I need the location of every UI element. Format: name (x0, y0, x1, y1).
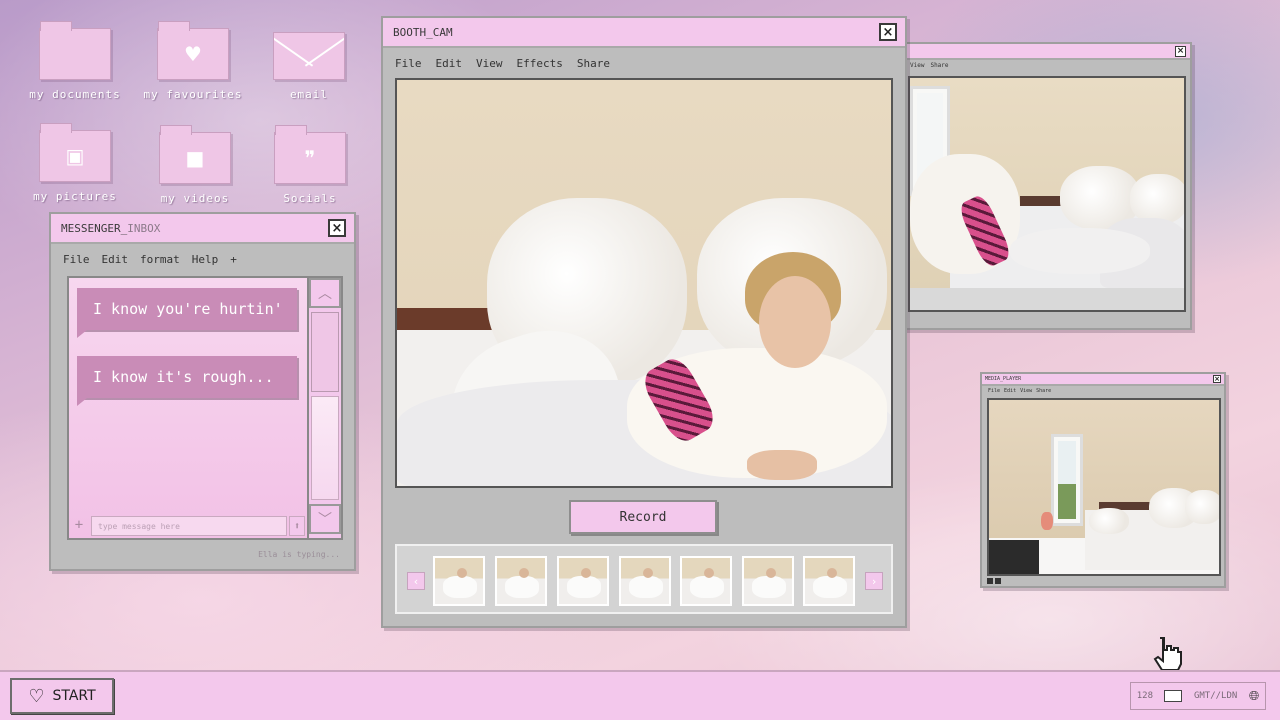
chevron-down-icon[interactable]: ﹀ (309, 504, 341, 534)
window-title: BOOTH_CAM (393, 25, 453, 39)
video-folder-icon: ■ (159, 125, 231, 184)
menu-file[interactable]: File (63, 253, 90, 266)
thumbnail[interactable] (619, 556, 671, 606)
desktop-icon-label: my videos (160, 192, 230, 205)
picture-folder-icon: ▣ (39, 123, 111, 182)
window-title: MEDIA_PLAYER (985, 376, 1022, 382)
menu-edit[interactable]: Edit (1004, 388, 1016, 394)
menubar: File Edit format Help + (51, 244, 354, 274)
message-input[interactable]: type message here (91, 516, 287, 536)
desktop-icon-my-favourites[interactable]: ♥ my favourites (138, 21, 248, 101)
taskbar: ♡ START 128 GMT//LDN 🌐︎ (0, 670, 1280, 720)
thumbnail[interactable] (680, 556, 732, 606)
close-icon[interactable]: × (1213, 375, 1221, 383)
menubar: View Share (892, 60, 1190, 71)
close-icon[interactable]: × (879, 23, 897, 41)
plus-icon[interactable]: + (71, 516, 87, 534)
window-titlebar[interactable]: × (892, 44, 1190, 60)
desktop-icon-label: my pictures (33, 190, 117, 203)
desktop-icon-my-videos[interactable]: ■ my videos (140, 125, 250, 205)
system-tray: 128 GMT//LDN 🌐︎ (1130, 682, 1266, 710)
menu-view[interactable]: View (476, 57, 503, 70)
folder-icon (39, 21, 111, 80)
desktop-icon-label: Socials (283, 192, 337, 205)
menu-edit[interactable]: Edit (436, 57, 463, 70)
media-player-window[interactable]: MEDIA_PLAYER × File Edit View Share (980, 372, 1226, 588)
desktop-icon-label: my documents (29, 88, 121, 101)
menu-share[interactable]: Share (577, 57, 610, 70)
thumbnail[interactable] (742, 556, 794, 606)
thumbnail[interactable] (557, 556, 609, 606)
envelope-icon (273, 32, 345, 80)
thumbnail[interactable] (433, 556, 485, 606)
video-feed (987, 398, 1221, 576)
camera-preview (395, 78, 893, 488)
desktop-icon-my-pictures[interactable]: ▣ my pictures (20, 123, 130, 203)
window-titlebar[interactable]: BOOTH_CAM × (383, 18, 905, 48)
record-button[interactable]: Record (569, 500, 717, 534)
scrollbar[interactable]: ︿ ﹀ (307, 278, 341, 538)
window-title: MESSENGER_INBOX (61, 221, 161, 235)
booth-cam-window[interactable]: BOOTH_CAM × File Edit View Effects Share… (381, 16, 907, 628)
chat-message: I know it's rough... (77, 356, 297, 406)
heart-icon: ♡ (28, 685, 45, 707)
chat-area: I know you're hurtin' I know it's rough.… (67, 276, 343, 540)
menu-share[interactable]: Share (1036, 388, 1051, 394)
player-controls[interactable] (987, 578, 1047, 586)
typing-status: Ella is typing... (258, 550, 340, 559)
window-titlebar[interactable]: MEDIA_PLAYER × (982, 374, 1224, 386)
mail-count: 128 (1136, 691, 1153, 701)
chevron-up-icon[interactable]: ︿ (309, 278, 341, 308)
scrollbar-thumb[interactable] (311, 312, 339, 392)
desktop-icon-my-documents[interactable]: my documents (20, 21, 130, 101)
window-titlebar[interactable]: MESSENGER_INBOX × (51, 214, 354, 244)
desktop-icon-label: email (289, 88, 329, 101)
stop-icon[interactable] (995, 578, 1001, 584)
play-icon[interactable] (987, 578, 993, 584)
chevron-right-icon[interactable]: › (865, 572, 883, 590)
menu-share[interactable]: Share (930, 62, 948, 69)
menubar: File Edit View Effects Share (383, 48, 905, 78)
thumbnail[interactable] (495, 556, 547, 606)
menu-file[interactable]: File (988, 388, 1000, 394)
mail-icon[interactable] (1164, 690, 1183, 702)
close-icon[interactable]: × (1175, 45, 1186, 57)
menu-view[interactable]: View (1020, 388, 1032, 394)
thumbnail[interactable] (803, 556, 855, 606)
video-feed (908, 76, 1186, 312)
chevron-left-icon[interactable]: ‹ (407, 572, 425, 590)
menubar: File Edit View Share (982, 386, 1224, 396)
quote-folder-icon: ❞ (274, 125, 346, 184)
thumbnail-strip: ‹ › (395, 544, 893, 614)
heart-folder-icon: ♥ (157, 21, 229, 80)
send-icon[interactable]: ⬆ (289, 516, 305, 536)
messenger-window[interactable]: MESSENGER_INBOX × File Edit format Help … (49, 212, 356, 571)
desktop-icon-socials[interactable]: ❞ Socials (255, 125, 365, 205)
background-video-window[interactable]: × View Share (890, 42, 1192, 330)
globe-icon[interactable]: 🌐︎ (1249, 689, 1259, 704)
menu-format[interactable]: format (140, 253, 180, 266)
close-icon[interactable]: × (328, 219, 346, 237)
chat-message: I know you're hurtin' (77, 288, 297, 338)
start-label: START (52, 688, 96, 704)
desktop-icon-label: my favourites (143, 88, 243, 101)
menu-file[interactable]: File (395, 57, 422, 70)
menu-view[interactable]: View (910, 62, 924, 69)
start-button[interactable]: ♡ START (10, 678, 114, 714)
menu-edit[interactable]: Edit (102, 253, 129, 266)
timezone-label: GMT//LDN (1193, 691, 1238, 701)
menu-help[interactable]: Help (192, 253, 219, 266)
menu-add[interactable]: + (230, 253, 237, 266)
menu-effects[interactable]: Effects (517, 57, 563, 70)
hand-cursor-icon (1150, 634, 1186, 671)
desktop-icon-email[interactable]: email (254, 32, 364, 101)
